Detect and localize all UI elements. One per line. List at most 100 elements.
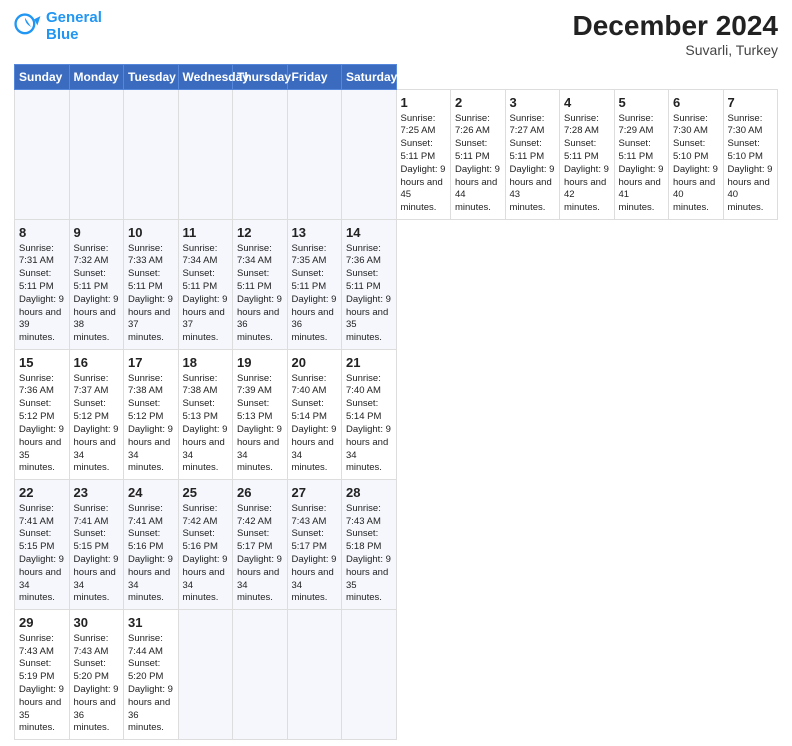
sunrise-text: Sunrise: 7:43 AM — [74, 633, 109, 657]
calendar-cell: 20Sunrise: 7:40 AMSunset: 5:14 PMDayligh… — [287, 350, 342, 480]
daylight-text: Daylight: 9 hours and 34 minutes. — [183, 424, 228, 473]
sunrise-text: Sunrise: 7:42 AM — [237, 503, 272, 527]
sunrise-text: Sunrise: 7:43 AM — [292, 503, 327, 527]
day-number: 12 — [237, 224, 283, 242]
day-number: 5 — [619, 94, 665, 112]
calendar-cell: 18Sunrise: 7:38 AMSunset: 5:13 PMDayligh… — [178, 350, 233, 480]
day-number: 30 — [74, 614, 120, 632]
sunrise-text: Sunrise: 7:42 AM — [183, 503, 218, 527]
calendar-cell: 14Sunrise: 7:36 AMSunset: 5:11 PMDayligh… — [342, 220, 397, 350]
sunset-text: Sunset: 5:20 PM — [128, 658, 163, 682]
daylight-text: Daylight: 9 hours and 40 minutes. — [673, 164, 718, 213]
daylight-text: Daylight: 9 hours and 37 minutes. — [183, 294, 228, 343]
calendar-cell: 21Sunrise: 7:40 AMSunset: 5:14 PMDayligh… — [342, 350, 397, 480]
sunrise-text: Sunrise: 7:41 AM — [19, 503, 54, 527]
logo-text: General Blue — [46, 10, 102, 43]
sunrise-text: Sunrise: 7:36 AM — [19, 373, 54, 397]
sunset-text: Sunset: 5:11 PM — [237, 268, 272, 292]
day-number: 21 — [346, 354, 392, 372]
header: General Blue December 2024 Suvarli, Turk… — [14, 10, 778, 58]
sunset-text: Sunset: 5:12 PM — [19, 398, 54, 422]
daylight-text: Daylight: 9 hours and 35 minutes. — [346, 554, 391, 603]
calendar-cell: 22Sunrise: 7:41 AMSunset: 5:15 PMDayligh… — [15, 480, 70, 610]
daylight-text: Daylight: 9 hours and 34 minutes. — [292, 424, 337, 473]
sunset-text: Sunset: 5:14 PM — [292, 398, 327, 422]
day-number: 7 — [728, 94, 774, 112]
day-number: 24 — [128, 484, 174, 502]
daylight-text: Daylight: 9 hours and 45 minutes. — [401, 164, 446, 213]
sunrise-text: Sunrise: 7:27 AM — [510, 113, 545, 137]
day-number: 4 — [564, 94, 610, 112]
day-number: 20 — [292, 354, 338, 372]
sunrise-text: Sunrise: 7:26 AM — [455, 113, 490, 137]
day-number: 9 — [74, 224, 120, 242]
daylight-text: Daylight: 9 hours and 39 minutes. — [19, 294, 64, 343]
daylight-text: Daylight: 9 hours and 35 minutes. — [346, 294, 391, 343]
calendar-cell — [287, 90, 342, 220]
sunrise-text: Sunrise: 7:36 AM — [346, 243, 381, 267]
daylight-text: Daylight: 9 hours and 34 minutes. — [128, 424, 173, 473]
calendar-cell: 5Sunrise: 7:29 AMSunset: 5:11 PMDaylight… — [614, 90, 669, 220]
calendar-cell: 8Sunrise: 7:31 AMSunset: 5:11 PMDaylight… — [15, 220, 70, 350]
subtitle: Suvarli, Turkey — [573, 42, 778, 58]
sunrise-text: Sunrise: 7:43 AM — [346, 503, 381, 527]
sunrise-text: Sunrise: 7:30 AM — [673, 113, 708, 137]
sunrise-text: Sunrise: 7:34 AM — [237, 243, 272, 267]
sunset-text: Sunset: 5:11 PM — [19, 268, 54, 292]
calendar-cell — [287, 610, 342, 740]
day-number: 15 — [19, 354, 65, 372]
day-number: 3 — [510, 94, 556, 112]
daylight-text: Daylight: 9 hours and 34 minutes. — [183, 554, 228, 603]
header-row: Sunday Monday Tuesday Wednesday Thursday… — [15, 65, 778, 90]
sunrise-text: Sunrise: 7:43 AM — [19, 633, 54, 657]
sunrise-text: Sunrise: 7:38 AM — [183, 373, 218, 397]
sunset-text: Sunset: 5:11 PM — [74, 268, 109, 292]
sunrise-text: Sunrise: 7:37 AM — [74, 373, 109, 397]
calendar-cell: 23Sunrise: 7:41 AMSunset: 5:15 PMDayligh… — [69, 480, 124, 610]
calendar-cell: 7Sunrise: 7:30 AMSunset: 5:10 PMDaylight… — [723, 90, 778, 220]
day-number: 28 — [346, 484, 392, 502]
daylight-text: Daylight: 9 hours and 34 minutes. — [74, 424, 119, 473]
col-thursday: Thursday — [233, 65, 288, 90]
sunrise-text: Sunrise: 7:28 AM — [564, 113, 599, 137]
sunrise-text: Sunrise: 7:29 AM — [619, 113, 654, 137]
calendar-cell: 13Sunrise: 7:35 AMSunset: 5:11 PMDayligh… — [287, 220, 342, 350]
day-number: 17 — [128, 354, 174, 372]
sunrise-text: Sunrise: 7:40 AM — [292, 373, 327, 397]
calendar-cell: 2Sunrise: 7:26 AMSunset: 5:11 PMDaylight… — [451, 90, 506, 220]
day-number: 14 — [346, 224, 392, 242]
col-monday: Monday — [69, 65, 124, 90]
daylight-text: Daylight: 9 hours and 34 minutes. — [346, 424, 391, 473]
sunset-text: Sunset: 5:11 PM — [292, 268, 327, 292]
page-container: General Blue December 2024 Suvarli, Turk… — [0, 0, 792, 746]
daylight-text: Daylight: 9 hours and 44 minutes. — [455, 164, 500, 213]
day-number: 13 — [292, 224, 338, 242]
daylight-text: Daylight: 9 hours and 42 minutes. — [564, 164, 609, 213]
calendar-cell — [178, 610, 233, 740]
calendar-week-4: 22Sunrise: 7:41 AMSunset: 5:15 PMDayligh… — [15, 480, 778, 610]
calendar-cell — [124, 90, 179, 220]
calendar-cell: 27Sunrise: 7:43 AMSunset: 5:17 PMDayligh… — [287, 480, 342, 610]
sunrise-text: Sunrise: 7:32 AM — [74, 243, 109, 267]
sunset-text: Sunset: 5:18 PM — [346, 528, 381, 552]
day-number: 23 — [74, 484, 120, 502]
sunset-text: Sunset: 5:17 PM — [292, 528, 327, 552]
calendar-cell: 15Sunrise: 7:36 AMSunset: 5:12 PMDayligh… — [15, 350, 70, 480]
sunset-text: Sunset: 5:10 PM — [673, 138, 708, 162]
daylight-text: Daylight: 9 hours and 36 minutes. — [292, 294, 337, 343]
sunrise-text: Sunrise: 7:38 AM — [128, 373, 163, 397]
calendar-cell: 31Sunrise: 7:44 AMSunset: 5:20 PMDayligh… — [124, 610, 179, 740]
sunrise-text: Sunrise: 7:35 AM — [292, 243, 327, 267]
day-number: 27 — [292, 484, 338, 502]
col-saturday: Saturday — [342, 65, 397, 90]
calendar-cell — [15, 90, 70, 220]
calendar-week-3: 15Sunrise: 7:36 AMSunset: 5:12 PM Dayligh… — [15, 350, 778, 480]
sunset-text: Sunset: 5:13 PM — [237, 398, 272, 422]
calendar-cell — [69, 90, 124, 220]
calendar-cell: 6Sunrise: 7:30 AMSunset: 5:10 PMDaylight… — [669, 90, 724, 220]
col-sunday: Sunday — [15, 65, 70, 90]
calendar-cell — [342, 90, 397, 220]
calendar-week-5: 29Sunrise: 7:43 AMSunset: 5:19 PMDayligh… — [15, 610, 778, 740]
calendar-cell — [233, 90, 288, 220]
sunset-text: Sunset: 5:11 PM — [619, 138, 654, 162]
